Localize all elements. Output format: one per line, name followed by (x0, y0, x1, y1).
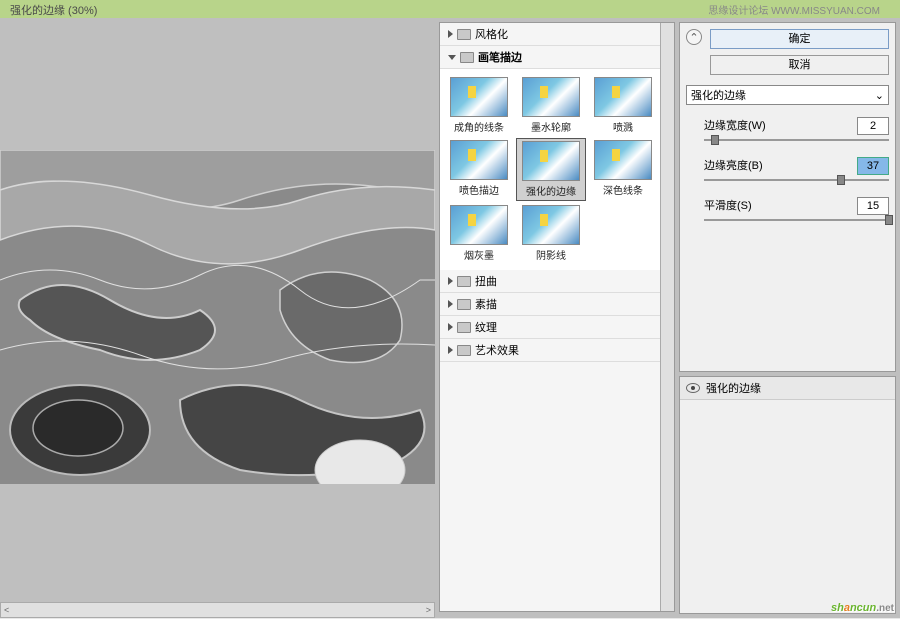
scroll-right-icon[interactable]: > (426, 605, 431, 615)
category-label: 纹理 (475, 319, 497, 335)
thumb-image (594, 77, 652, 117)
chevron-up-icon: ⌃ (689, 31, 698, 44)
thumb-label: 喷溅 (590, 119, 656, 134)
filter-thumb[interactable]: 喷溅 (588, 75, 658, 136)
watermark-text: 思缘设计论坛 WWW.MISSYUAN.COM (708, 2, 880, 17)
slider-handle[interactable] (711, 135, 719, 145)
category-label: 扭曲 (475, 273, 497, 289)
filter-thumb[interactable]: 喷色描边 (444, 138, 514, 201)
triangle-right-icon (448, 323, 453, 331)
filter-thumb[interactable]: 烟灰墨 (444, 203, 514, 264)
controls-panel: ⌃ 确定 取消 强化的边缘 ⌄ 边缘宽度(W) 2 边缘亮度(B) 37 平滑度(S) 1… (679, 22, 896, 372)
horizontal-scrollbar[interactable]: < > (0, 602, 435, 618)
thumb-label: 喷色描边 (446, 182, 512, 197)
slider-value-input[interactable]: 2 (857, 117, 889, 135)
scroll-left-icon[interactable]: < (4, 605, 9, 615)
filter-dropdown[interactable]: 强化的边缘 ⌄ (686, 85, 889, 105)
preview-canvas[interactable] (0, 18, 435, 601)
dropdown-value: 强化的边缘 (691, 87, 746, 103)
category-label: 风格化 (475, 26, 508, 42)
visibility-icon[interactable] (686, 383, 700, 393)
layer-name: 强化的边缘 (706, 380, 761, 396)
slider-track[interactable] (704, 139, 889, 141)
slider-track[interactable] (704, 179, 889, 181)
filter-thumb[interactable]: 深色线条 (588, 138, 658, 201)
triangle-right-icon (448, 300, 453, 308)
preview-column: < > (0, 18, 435, 618)
thumb-label: 墨水轮廓 (518, 119, 584, 134)
thumb-image (522, 205, 580, 245)
slider-label: 边缘宽度(W) (704, 117, 766, 135)
category-sketch[interactable]: 素描 (440, 293, 674, 316)
folder-icon (460, 52, 474, 63)
slider-track[interactable] (704, 219, 889, 221)
slider-value-input[interactable]: 15 (857, 197, 889, 215)
category-brush-strokes[interactable]: 画笔描边 (440, 46, 674, 69)
folder-icon (457, 29, 471, 40)
thumb-image (450, 77, 508, 117)
slider-value-input[interactable]: 37 (857, 157, 889, 175)
slider-handle[interactable] (837, 175, 845, 185)
thumb-image (522, 141, 580, 181)
filter-thumb[interactable]: 强化的边缘 (516, 138, 586, 201)
thumb-image (450, 205, 508, 245)
thumb-label: 阴影线 (518, 247, 584, 262)
category-label: 素描 (475, 296, 497, 312)
category-artistic[interactable]: 艺术效果 (440, 339, 674, 362)
filter-thumb[interactable]: 墨水轮廓 (516, 75, 586, 136)
collapse-button[interactable]: ⌃ (686, 29, 702, 45)
slider-row: 平滑度(S) 15 (686, 197, 889, 221)
slider-row: 边缘宽度(W) 2 (686, 117, 889, 141)
title-bar: 强化的边缘 (30%) 思缘设计论坛 WWW.MISSYUAN.COM (0, 0, 900, 18)
category-distort[interactable]: 扭曲 (440, 270, 674, 293)
slider-row: 边缘亮度(B) 37 (686, 157, 889, 181)
cancel-button[interactable]: 取消 (710, 55, 889, 75)
thumb-label: 深色线条 (590, 182, 656, 197)
slider-label: 平滑度(S) (704, 197, 752, 215)
category-texture[interactable]: 纹理 (440, 316, 674, 339)
slider-label: 边缘亮度(B) (704, 157, 763, 175)
thumb-label: 烟灰墨 (446, 247, 512, 262)
triangle-right-icon (448, 277, 453, 285)
slider-handle[interactable] (885, 215, 893, 225)
folder-icon (457, 276, 471, 287)
layer-row[interactable]: 强化的边缘 (680, 377, 895, 400)
thumbnail-grid: 成角的线条墨水轮廓喷溅喷色描边强化的边缘深色线条烟灰墨阴影线 (440, 69, 674, 270)
category-label: 画笔描边 (478, 49, 522, 65)
triangle-right-icon (448, 346, 453, 354)
effect-layers-panel: 强化的边缘 (679, 376, 896, 614)
thumb-label: 强化的边缘 (519, 183, 583, 198)
thumb-image (594, 140, 652, 180)
filter-panel: 风格化 画笔描边 成角的线条墨水轮廓喷溅喷色描边强化的边缘深色线条烟灰墨阴影线 … (439, 22, 675, 612)
triangle-down-icon (448, 55, 456, 60)
thumb-label: 成角的线条 (446, 119, 512, 134)
logo-watermark: shancun.net (831, 594, 894, 617)
preview-image (0, 150, 435, 484)
chevron-down-icon: ⌄ (875, 89, 884, 102)
category-label: 艺术效果 (475, 342, 519, 358)
folder-icon (457, 299, 471, 310)
triangle-right-icon (448, 30, 453, 38)
filter-column: 风格化 画笔描边 成角的线条墨水轮廓喷溅喷色描边强化的边缘深色线条烟灰墨阴影线 … (435, 18, 675, 618)
vertical-scrollbar[interactable] (660, 23, 674, 611)
folder-icon (457, 322, 471, 333)
window-title: 强化的边缘 (30%) (10, 5, 97, 17)
category-stylize[interactable]: 风格化 (440, 23, 674, 46)
ok-button[interactable]: 确定 (710, 29, 889, 49)
thumb-image (522, 77, 580, 117)
folder-icon (457, 345, 471, 356)
main-area: < > 风格化 画笔描边 成角的线条墨水轮廓喷溅喷色描边强化的边缘深色线条烟灰墨… (0, 18, 900, 618)
thumb-image (450, 140, 508, 180)
filter-thumb[interactable]: 成角的线条 (444, 75, 514, 136)
controls-column: ⌃ 确定 取消 强化的边缘 ⌄ 边缘宽度(W) 2 边缘亮度(B) 37 平滑度(S) 1… (675, 18, 900, 618)
filter-thumb[interactable]: 阴影线 (516, 203, 586, 264)
